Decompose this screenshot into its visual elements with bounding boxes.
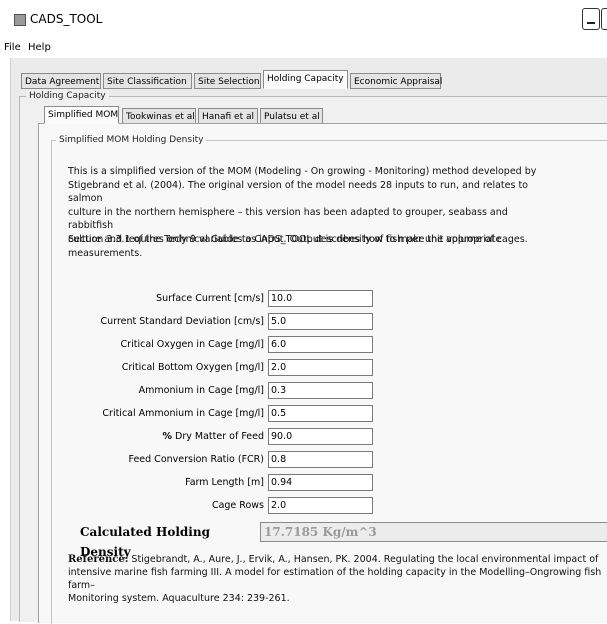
surface-current-label: Surface Current [cm/s] bbox=[156, 293, 264, 304]
description-line: This is a simplified version of the MOM … bbox=[68, 166, 537, 177]
dry-matter-input[interactable] bbox=[268, 428, 373, 445]
title-bar: CADS_TOOL bbox=[0, 0, 607, 39]
holding-capacity-panel: Holding Capacity Simplified MOM Tookwina… bbox=[19, 90, 607, 624]
menu-file[interactable]: File bbox=[4, 42, 21, 53]
section-note: Section 3.3.1 of the Technical Guide to … bbox=[68, 233, 538, 260]
menu-bar: File Help bbox=[0, 38, 607, 58]
reference-line: Monitoring system. Aquaculture 234: 239-… bbox=[68, 593, 290, 604]
section-note-line: Section 3.3.1 of the Technical Guide to … bbox=[68, 234, 502, 245]
current-sd-input[interactable] bbox=[268, 313, 373, 330]
cage-rows-input[interactable] bbox=[268, 497, 373, 514]
ammonium-cage-label: Ammonium in Cage [mg/l] bbox=[138, 385, 264, 396]
reference-text: Stigebrandt, A., Aure, J., Ervik, A., Ha… bbox=[131, 554, 599, 565]
reference-line: intensive marine fish farming III. A mod… bbox=[68, 567, 602, 591]
window-title: CADS_TOOL bbox=[30, 12, 103, 26]
tab-site-selection[interactable]: Site Selection bbox=[194, 73, 261, 89]
ammonium-cage-input[interactable] bbox=[268, 382, 373, 399]
reference-block: Reference: Stigebrandt, A., Aure, J., Er… bbox=[68, 553, 603, 605]
tab-tookwinas[interactable]: Tookwinas et al bbox=[122, 108, 196, 124]
tab-economic-appraisal[interactable]: Economic Appraisal bbox=[350, 73, 442, 89]
critical-oxygen-cage-input[interactable] bbox=[268, 336, 373, 353]
menu-help[interactable]: Help bbox=[28, 42, 51, 53]
maximize-button[interactable] bbox=[601, 8, 607, 30]
tab-hanafi[interactable]: Hanafi et al bbox=[198, 108, 258, 124]
section-note-line: measurements. bbox=[68, 247, 143, 259]
mom-holding-density-box: Simplified MOM Holding Density This is a… bbox=[49, 134, 607, 624]
minimize-button[interactable] bbox=[582, 8, 600, 30]
mom-box-legend: Simplified MOM Holding Density bbox=[56, 134, 207, 146]
critical-bottom-oxygen-label: Critical Bottom Oxygen [mg/l] bbox=[121, 362, 264, 373]
holding-density-output: 17.7185 Kg/m^3 bbox=[260, 522, 607, 542]
dry-matter-label: % Dry Matter of Feed bbox=[49, 428, 264, 445]
main-content: Data Agreement Site Classification Site … bbox=[10, 58, 607, 624]
critical-bottom-oxygen-input[interactable] bbox=[268, 359, 373, 376]
reference-heading: Reference: bbox=[68, 554, 129, 565]
cage-rows-label: Cage Rows bbox=[211, 500, 264, 511]
tab-pulatsu[interactable]: Pulatsu et al bbox=[260, 108, 323, 124]
farm-length-label: Farm Length [m] bbox=[185, 477, 264, 488]
surface-current-input[interactable] bbox=[268, 290, 373, 307]
tab-holding-capacity[interactable]: Holding Capacity bbox=[263, 70, 348, 89]
tab-site-classification[interactable]: Site Classification bbox=[103, 73, 192, 89]
reference-line: Reference: Stigebrandt, A., Aure, J., Er… bbox=[68, 553, 603, 566]
farm-length-input[interactable] bbox=[268, 474, 373, 491]
fcr-label: Feed Conversion Ratio (FCR) bbox=[128, 454, 265, 465]
critical-ammonium-label: Critical Ammonium in Cage [mg/l] bbox=[102, 408, 264, 419]
dry-matter-text: Dry Matter of Feed bbox=[175, 431, 264, 442]
tab-data-agreement[interactable]: Data Agreement bbox=[21, 73, 101, 89]
description-line: Stigebrand et al. (2004). The original v… bbox=[68, 179, 528, 205]
percent-symbol: % bbox=[162, 431, 173, 442]
current-sd-label: Current Standard Deviation [cm/s] bbox=[100, 316, 264, 327]
fcr-input[interactable] bbox=[268, 451, 373, 468]
simplified-mom-panel: Simplified MOM Holding Density This is a… bbox=[38, 123, 607, 624]
description-line: culture in the northern hemisphere – thi… bbox=[68, 206, 508, 232]
critical-oxygen-cage-label: Critical Oxygen in Cage [mg/l] bbox=[120, 339, 264, 350]
app-icon bbox=[14, 14, 26, 26]
critical-ammonium-input[interactable] bbox=[268, 405, 373, 422]
holding-capacity-legend: Holding Capacity bbox=[26, 90, 109, 102]
tab-simplified-mom[interactable]: Simplified MOM bbox=[44, 106, 119, 124]
